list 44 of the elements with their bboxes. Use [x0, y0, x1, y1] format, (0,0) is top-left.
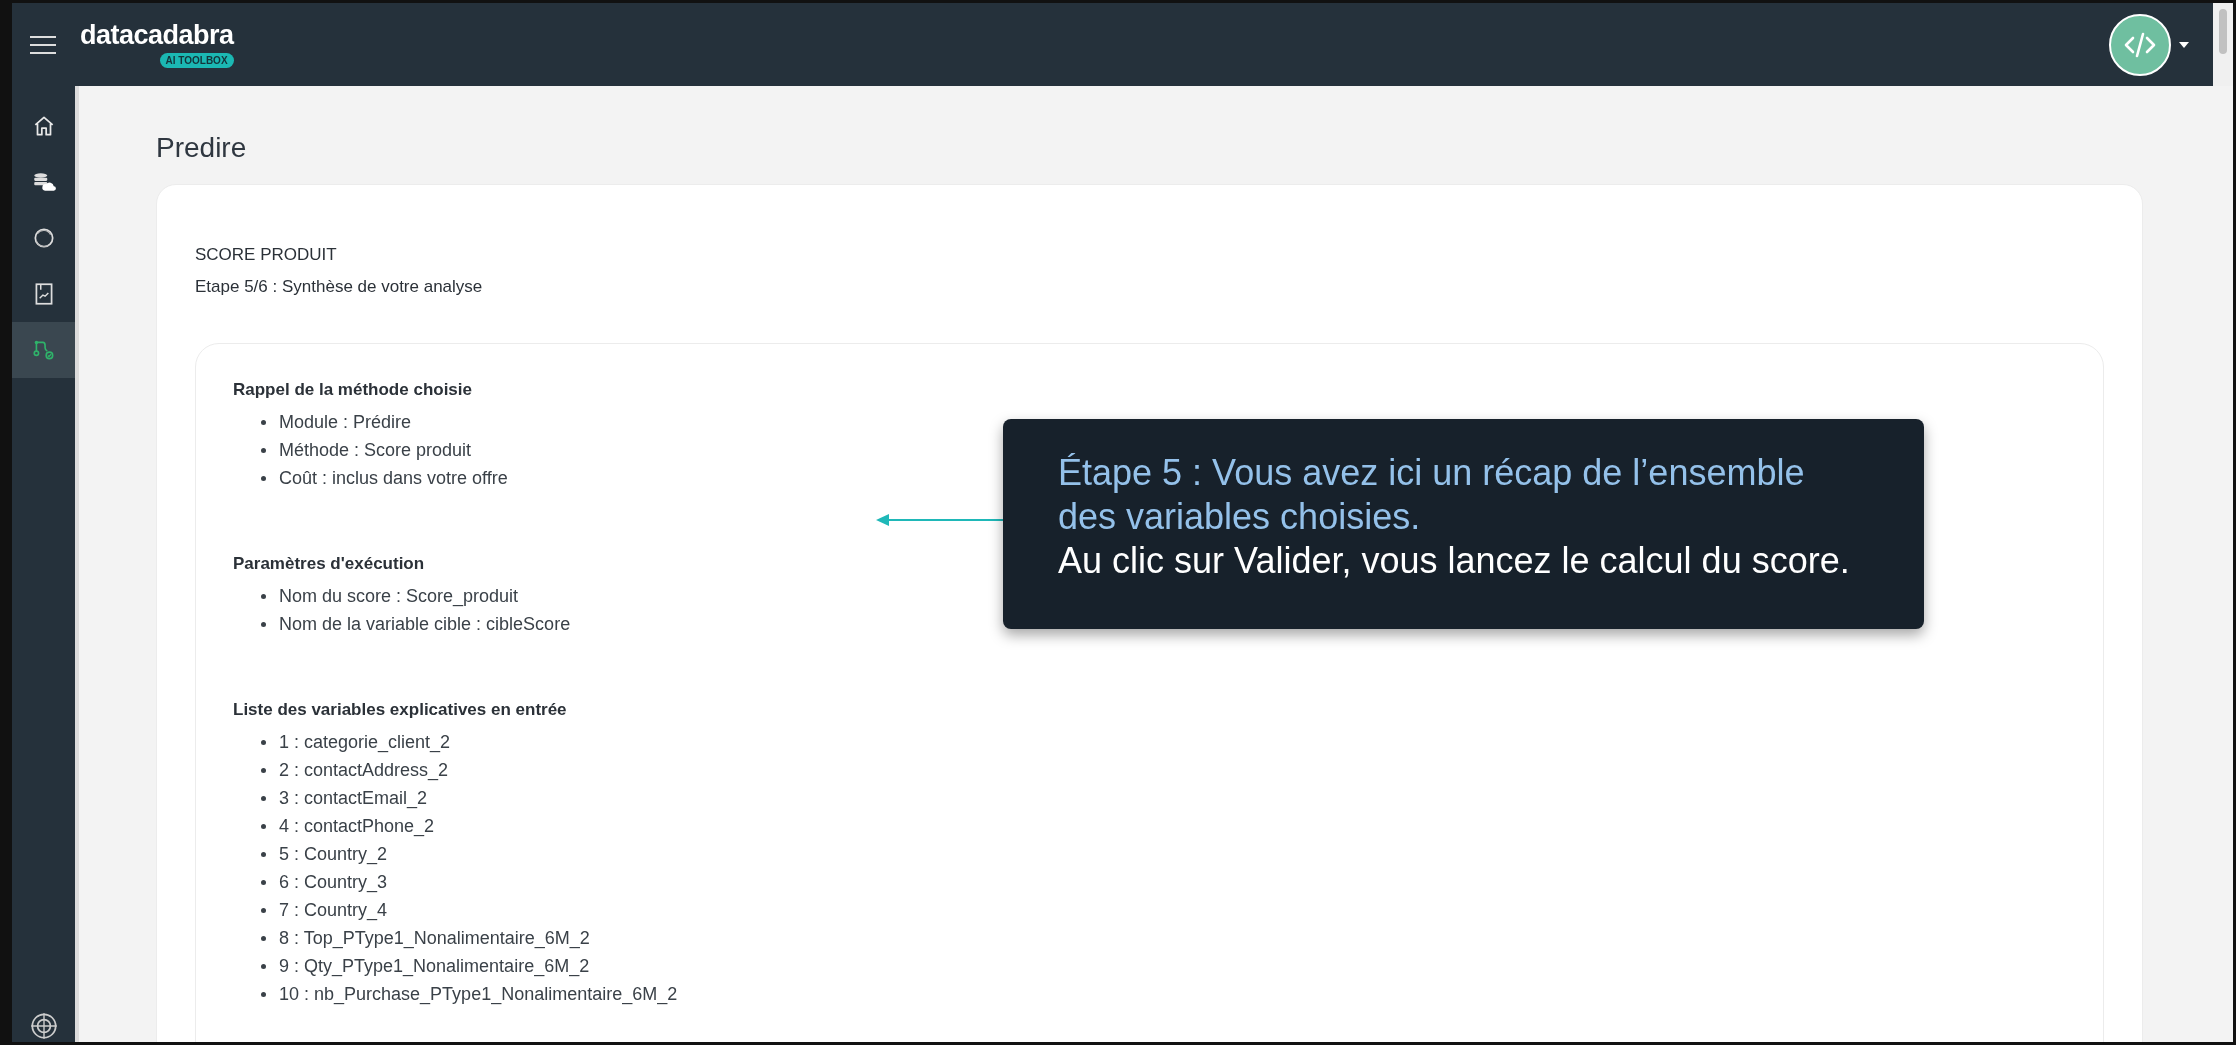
bullet-icon	[261, 879, 266, 885]
bullet-icon	[261, 419, 266, 425]
menu-button[interactable]	[30, 35, 56, 54]
list-item: 5 : Country_2	[279, 843, 388, 866]
list-item: 1 : categorie_client_2	[279, 731, 451, 754]
caret-icon[interactable]	[2179, 41, 2189, 48]
bullet-icon	[261, 907, 266, 913]
tooltip-highlight: Étape 5 : Vous avez ici un récap de l’ensemble des variables choisies.	[1058, 451, 1806, 539]
scrollbar-thumb[interactable]	[2219, 9, 2227, 54]
logo-badge: AI TOOLBOX	[159, 52, 234, 68]
bullet-icon	[261, 991, 266, 997]
list-item: Méthode : Score produit	[279, 439, 472, 462]
list-item: 2 : contactAddress_2	[279, 759, 449, 782]
bullet-icon	[261, 935, 266, 941]
section-title: Liste des variables explicatives en entrée	[233, 700, 567, 720]
step-title: Etape 5/6 : Synthèse de votre analyse	[195, 277, 484, 297]
bullet-icon	[261, 739, 266, 745]
list-item: 10 : nb_Purchase_PType1_Nonalimentaire_6M_2	[279, 983, 678, 1006]
list-item: 4 : contactPhone_2	[279, 815, 435, 838]
list-item: Nom de la variable cible : cibleScore	[279, 613, 571, 636]
page-title: Predire	[156, 132, 248, 164]
list-item: Module : Prédire	[279, 411, 412, 434]
bullet-icon	[261, 593, 266, 599]
bullet-icon	[261, 851, 266, 857]
tooltip-text: Au clic sur Valider, vous lancez le calcul du score.	[1058, 539, 1850, 583]
section-title: Paramètres d'exécution	[233, 554, 425, 574]
list-item: Nom du score : Score_produit	[279, 585, 519, 608]
bullet-icon	[261, 795, 266, 801]
target-icon[interactable]	[29, 1012, 58, 1040]
logo: datacadabra	[80, 21, 234, 49]
list-item: 3 : contactEmail_2	[279, 787, 428, 810]
list-item: Coût : inclus dans votre offre	[279, 467, 508, 490]
bullet-icon	[261, 767, 266, 773]
bullet-icon	[261, 447, 266, 453]
list-item: 7 : Country_4	[279, 899, 388, 922]
list-item: 9 : Qty_PType1_Nonalimentaire_6M_2	[279, 955, 590, 978]
list-item: 8 : Top_PType1_Nonalimentaire_6M_2	[279, 927, 590, 950]
list-item: 6 : Country_3	[279, 871, 388, 894]
module-title: SCORE PRODUIT	[195, 245, 338, 265]
bullet-icon	[261, 823, 266, 829]
bullet-icon	[261, 475, 266, 481]
bullet-icon	[261, 963, 266, 969]
section-title: Rappel de la méthode choisie	[233, 380, 472, 400]
bullet-icon	[261, 621, 266, 627]
